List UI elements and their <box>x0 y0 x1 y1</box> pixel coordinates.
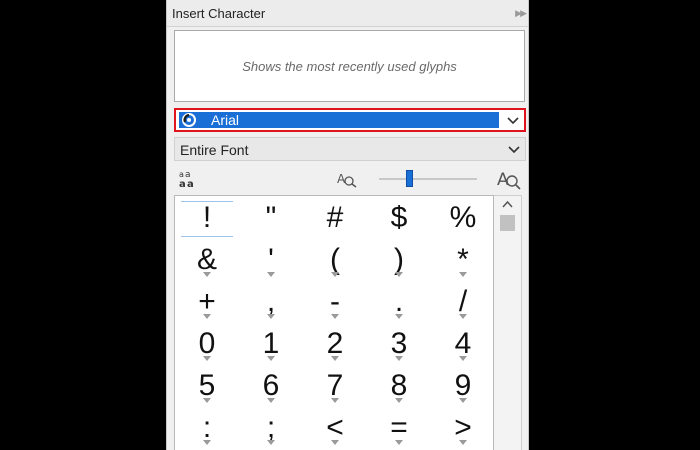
panel-title: Insert Character <box>172 6 266 21</box>
glyph-variant-marker-icon <box>331 314 339 319</box>
zoom-out-icon[interactable]: A <box>336 170 358 188</box>
glyph-char: " <box>265 201 277 234</box>
glyph-variant-marker-icon <box>331 398 339 403</box>
glyph-grid-scrollbar[interactable] <box>494 195 522 450</box>
glyph-cell[interactable]: $ <box>367 197 431 239</box>
collapse-panel-icon[interactable]: ▶▶ <box>515 8 527 19</box>
glyph-cell[interactable]: ! <box>175 197 239 239</box>
scrollbar-thumb[interactable] <box>500 215 515 231</box>
glyph-cell[interactable]: . <box>367 281 431 323</box>
font-name-label: Arial <box>211 112 240 128</box>
glyph-variant-marker-icon <box>267 272 275 277</box>
glyph-variant-marker-icon <box>267 398 275 403</box>
glyph-cell[interactable]: * <box>431 239 495 281</box>
character-range-label: Entire Font <box>180 142 249 158</box>
glyph-cell[interactable]: 7 <box>303 365 367 407</box>
svg-text:a: a <box>187 179 194 189</box>
glyph-cell[interactable]: ; <box>239 407 303 449</box>
glyph-cell[interactable]: 4 <box>431 323 495 365</box>
font-dropdown[interactable]: Arial <box>174 108 526 132</box>
glyph-cell[interactable]: 0 <box>175 323 239 365</box>
glyph-cell[interactable]: 6 <box>239 365 303 407</box>
glyph-char: % <box>449 201 477 234</box>
glyph-cell[interactable]: 5 <box>175 365 239 407</box>
chevron-down-icon[interactable] <box>507 142 521 156</box>
glyph-variant-marker-icon <box>395 356 403 361</box>
glyph-variant-marker-icon <box>203 398 211 403</box>
glyph-cell[interactable]: 2 <box>303 323 367 365</box>
recent-glyphs-placeholder: Shows the most recently used glyphs <box>242 59 457 74</box>
grid-toolbar: a a a a A A <box>167 165 528 193</box>
glyph-char: ! <box>202 201 212 234</box>
glyph-cell[interactable]: > <box>431 407 495 449</box>
glyph-variant-marker-icon <box>395 440 403 445</box>
glyph-variant-marker-icon <box>203 356 211 361</box>
zoom-slider-track[interactable] <box>379 178 477 180</box>
glyph-variant-marker-icon <box>459 314 467 319</box>
glyph-variant-marker-icon <box>459 272 467 277</box>
character-range-dropdown[interactable]: Entire Font <box>174 137 526 161</box>
selection-indicator <box>181 236 233 237</box>
glyph-cell[interactable]: / <box>431 281 495 323</box>
svg-text:a: a <box>179 170 184 179</box>
glyph-variant-marker-icon <box>203 314 211 319</box>
glyph-variant-marker-icon <box>331 272 339 277</box>
glyph-cell[interactable]: ( <box>303 239 367 281</box>
glyph-cell[interactable]: : <box>175 407 239 449</box>
glyph-variant-marker-icon <box>459 356 467 361</box>
glyph-variant-marker-icon <box>267 356 275 361</box>
glyph-cell[interactable]: ) <box>367 239 431 281</box>
glyph-variant-marker-icon <box>331 356 339 361</box>
glyph-cell[interactable]: 1 <box>239 323 303 365</box>
glyph-variant-marker-icon <box>395 398 403 403</box>
glyph-variant-marker-icon <box>331 440 339 445</box>
glyph-char: $ <box>390 201 408 234</box>
glyph-variant-marker-icon <box>203 272 211 277</box>
opentype-font-icon <box>182 113 196 127</box>
svg-text:a: a <box>179 179 186 189</box>
glyph-cell[interactable]: % <box>431 197 495 239</box>
svg-text:A: A <box>337 172 346 186</box>
glyph-cell[interactable]: + <box>175 281 239 323</box>
font-dropdown-selection: Arial <box>179 112 499 128</box>
recent-glyphs-area: Shows the most recently used glyphs <box>174 30 525 102</box>
glyph-variant-marker-icon <box>267 314 275 319</box>
glyph-cell[interactable]: " <box>239 197 303 239</box>
glyph-variant-marker-icon <box>267 440 275 445</box>
glyph-variant-marker-icon <box>395 314 403 319</box>
zoom-in-icon[interactable]: A <box>496 168 522 190</box>
font-size-toggle-icon[interactable]: a a a a <box>178 169 200 189</box>
glyph-cell[interactable]: 8 <box>367 365 431 407</box>
zoom-slider-thumb[interactable] <box>406 170 414 187</box>
glyph-variant-marker-icon <box>203 440 211 445</box>
glyph-variant-marker-icon <box>459 440 467 445</box>
scroll-up-arrow-icon[interactable] <box>494 196 521 214</box>
glyph-char: # <box>326 201 344 234</box>
glyph-cell[interactable]: ' <box>239 239 303 281</box>
chevron-down-icon[interactable] <box>506 113 520 127</box>
glyph-cell[interactable]: - <box>303 281 367 323</box>
glyph-cell[interactable]: = <box>367 407 431 449</box>
glyph-cell[interactable]: < <box>303 407 367 449</box>
insert-character-panel: Insert Character ▶▶ Shows the most recen… <box>166 0 529 450</box>
glyph-cell[interactable]: 9 <box>431 365 495 407</box>
glyph-variant-marker-icon <box>395 272 403 277</box>
panel-title-bar: Insert Character ▶▶ <box>167 0 528 27</box>
glyph-variant-marker-icon <box>459 398 467 403</box>
glyph-grid: ! " # $% & '() * +, -./ 0 1 2 3 4 5 6 7 8 9:; < = > <box>174 195 494 450</box>
selection-indicator <box>181 201 233 202</box>
glyph-cell[interactable]: , <box>239 281 303 323</box>
glyph-cell[interactable]: & <box>175 239 239 281</box>
glyph-cell[interactable]: # <box>303 197 367 239</box>
glyph-cell[interactable]: 3 <box>367 323 431 365</box>
